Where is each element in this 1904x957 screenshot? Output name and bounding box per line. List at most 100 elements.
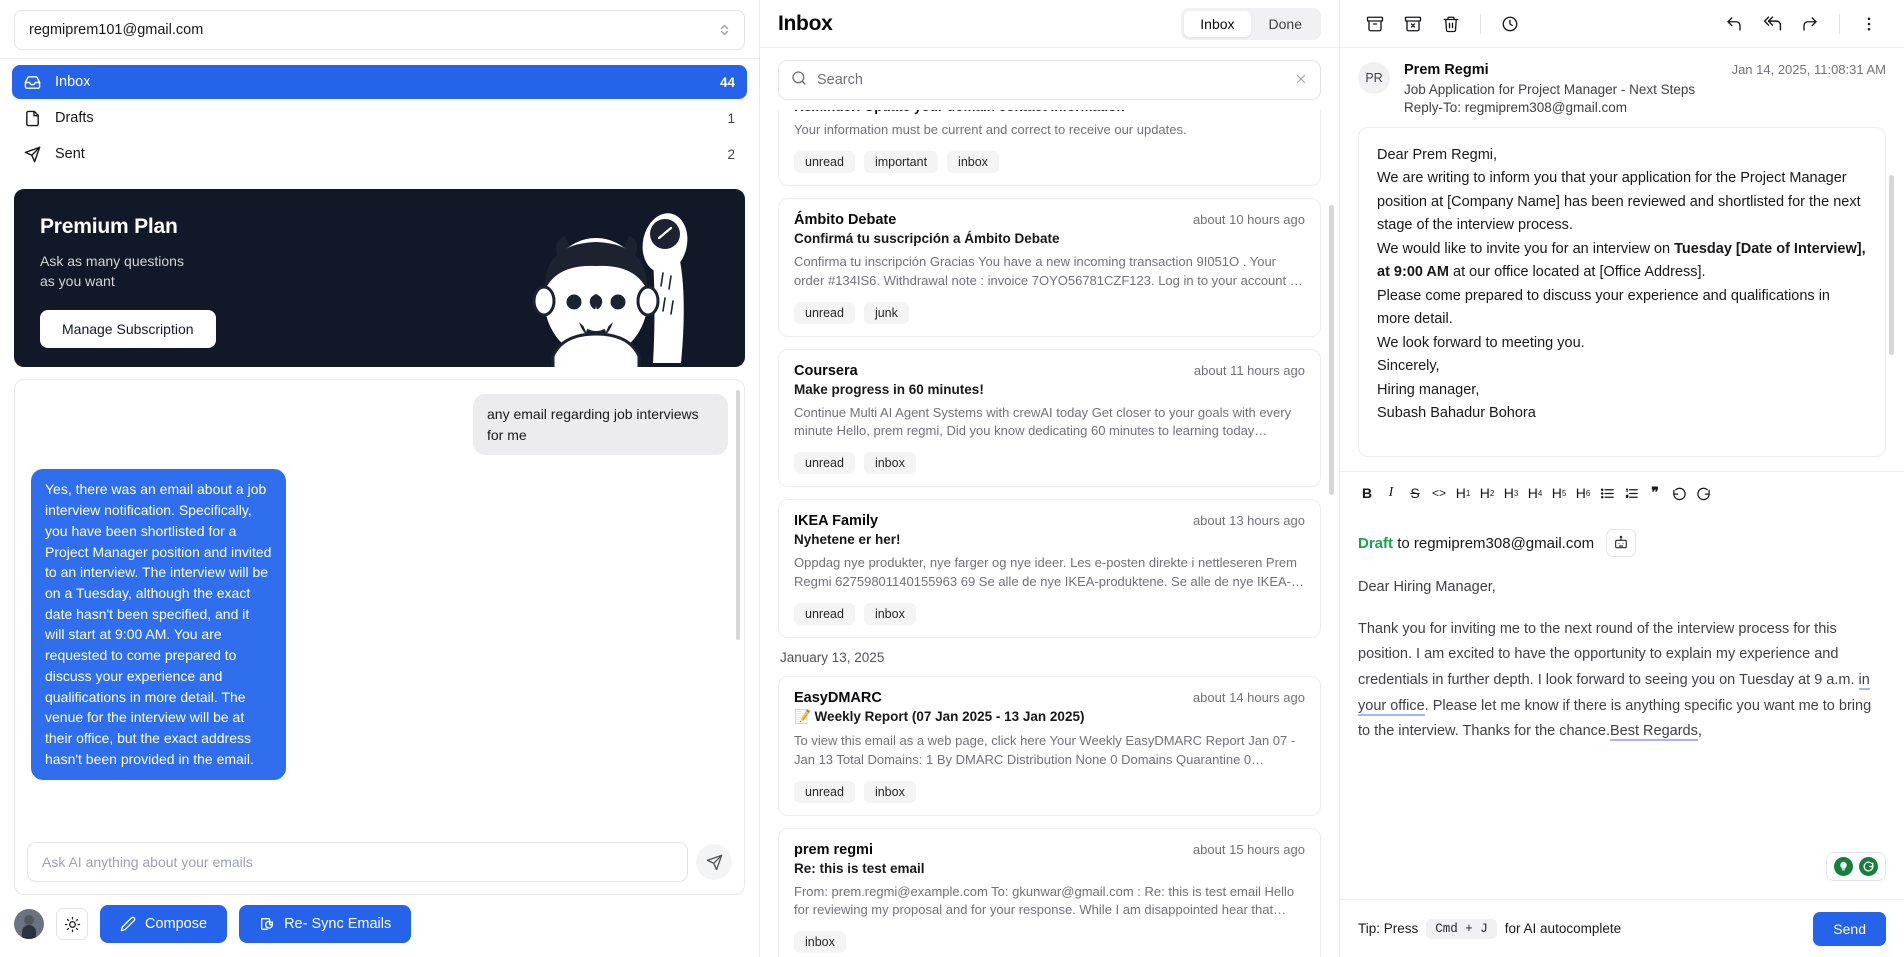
mail-head: prem regmi about 15 hours ago [794, 842, 1305, 858]
heading-1-button[interactable]: H1 [1452, 482, 1474, 504]
premium-card-wrap: Premium Plan Ask as many questions as yo… [0, 177, 759, 367]
grammarly-icon[interactable] [1859, 857, 1878, 876]
ai-composer [15, 832, 744, 894]
avatar[interactable] [14, 909, 44, 939]
status-badge: inbox [863, 602, 916, 625]
undo-icon [1672, 487, 1686, 500]
reader-toolbar-left [1358, 8, 1527, 40]
italic-button[interactable]: I [1380, 482, 1402, 504]
ai-chat-input[interactable] [27, 842, 688, 882]
mail-sender: Ámbito Debate [794, 211, 897, 228]
ai-assistant-button[interactable] [1606, 529, 1637, 557]
tab-done[interactable]: Done [1253, 11, 1318, 37]
heading-3-button[interactable]: H3 [1500, 482, 1522, 504]
premium-desc-line2: as you want [40, 273, 115, 290]
reader-meta-row: Prem Regmi Jan 14, 2025, 11:08:31 AM [1404, 62, 1886, 78]
body-invite-post: at our office located at [Office Address… [1448, 264, 1706, 281]
search-bar [778, 60, 1321, 100]
archive-icon [1366, 16, 1384, 31]
delete-button[interactable] [1434, 8, 1468, 40]
bold-button[interactable]: B [1356, 482, 1378, 504]
draft-suggestion-regards[interactable]: Best Regards [1610, 723, 1698, 742]
draft-paragraph: Dear Hiring Manager, [1358, 579, 1496, 595]
snooze-button[interactable] [1493, 8, 1527, 40]
reply-button[interactable] [1717, 8, 1751, 40]
numbered-list-button[interactable] [1620, 482, 1642, 504]
list-item[interactable]: EasyDMARC about 14 hours ago 📝 Weekly Re… [778, 675, 1321, 816]
mail-subject: Make progress in 60 minutes! [794, 381, 984, 397]
left-sidebar-panel: regmiprem101@gmail.com Inbox 44 Drafts 1 [0, 0, 760, 957]
more-options-button[interactable] [1852, 8, 1886, 40]
undo-button[interactable] [1668, 482, 1690, 504]
mail-timestamp: about 13 hours ago [1192, 513, 1305, 529]
redo-button[interactable] [1692, 482, 1714, 504]
mail-sender: IKEA Family [794, 513, 879, 530]
reader-body-wrap: Dear Prem Regmi, We are writing to infor… [1340, 127, 1904, 457]
send-button[interactable]: Send [1813, 911, 1886, 946]
chat-scrollbar[interactable] [736, 390, 740, 640]
list-item[interactable]: Reminder: Update your domain contact inf… [778, 110, 1321, 186]
draft-footer: Tip: Press Cmd + J for AI autocomplete S… [1340, 899, 1904, 957]
resync-emails-button[interactable]: Re- Sync Emails [239, 905, 412, 943]
list-item[interactable]: prem regmi about 15 hours ago Re: this i… [778, 827, 1321, 957]
sidebar-item-sent[interactable]: Sent 2 [12, 137, 747, 171]
clear-search-icon[interactable] [1294, 72, 1308, 89]
theme-toggle-button[interactable] [56, 908, 88, 940]
reply-all-button[interactable] [1755, 8, 1789, 40]
mail-subject: 📝 Weekly Report (07 Jan 2025 - 13 Jan 20… [794, 708, 1085, 724]
trash-icon [1443, 16, 1459, 32]
file-icon [24, 110, 41, 127]
mail-snippet: Your information must be current and cor… [794, 122, 1187, 137]
search-wrap [760, 48, 1339, 110]
redo-icon [1696, 487, 1710, 500]
compose-button[interactable]: Compose [100, 905, 228, 943]
manage-subscription-button[interactable]: Manage Subscription [40, 309, 216, 348]
mail-tags: inbox [794, 931, 1305, 954]
list-item[interactable]: Ámbito Debate about 10 hours ago Confirm… [778, 197, 1321, 337]
tip-post-text: for AI autocomplete [1504, 921, 1622, 936]
list-item[interactable]: Coursera about 11 hours ago Make progres… [778, 348, 1321, 488]
ai-chat-bubble: Yes, there was an email about a job inte… [31, 469, 286, 780]
reader-scrollbar[interactable] [1889, 175, 1894, 355]
suggestion-bulb-icon[interactable] [1834, 857, 1853, 876]
forward-button[interactable] [1793, 8, 1827, 40]
mail-list-scrollbar[interactable] [1329, 205, 1334, 495]
mail-list-header: Inbox Inbox Done [760, 0, 1339, 48]
junk-button[interactable] [1396, 8, 1430, 40]
reader-sender-name: Prem Regmi [1404, 62, 1489, 78]
search-icon [791, 70, 807, 91]
ai-send-button[interactable] [696, 844, 732, 880]
heading-4-button[interactable]: H4 [1524, 482, 1546, 504]
tab-inbox[interactable]: Inbox [1184, 10, 1251, 37]
heading-2-button[interactable]: H2 [1476, 482, 1498, 504]
bullet-list-button[interactable] [1596, 482, 1618, 504]
body-line: Subash Bahadur Bohora [1377, 405, 1536, 422]
draft-text-a: Thank you for inviting me to the next ro… [1358, 620, 1859, 688]
sidebar-item-drafts[interactable]: Drafts 1 [12, 101, 747, 135]
folder-nav: Inbox 44 Drafts 1 Sent 2 [0, 58, 759, 177]
mail-tags: unread inbox [794, 602, 1305, 625]
account-selector[interactable]: regmiprem101@gmail.com [14, 10, 745, 50]
search-input[interactable] [817, 72, 1284, 88]
draft-to-text: to regmiprem308@gmail.com [1397, 534, 1595, 552]
user-chat-bubble: any email regarding job interviews for m… [473, 394, 728, 456]
draft-editor[interactable]: Draft to regmiprem308@gmail.com Dear Hir… [1340, 513, 1904, 899]
list-item[interactable]: IKEA Family about 13 hours ago Nyhetene … [778, 499, 1321, 638]
grammar-tools [1826, 852, 1886, 881]
status-badge: inbox [947, 150, 999, 173]
mail-subject: Reminder: Update your domain contact inf… [794, 110, 1305, 114]
sidebar-item-inbox[interactable]: Inbox 44 [12, 65, 747, 99]
mail-list[interactable]: ⋮⋮ Reminder: Update your domain contact … [760, 110, 1339, 957]
numbered-list-icon [1625, 488, 1638, 498]
strikethrough-button[interactable]: S [1404, 482, 1426, 504]
blockquote-button[interactable]: ❞ [1644, 482, 1666, 504]
heading-5-button[interactable]: H5 [1548, 482, 1570, 504]
mascot-illustration [532, 213, 688, 367]
draft-text-e: , [1697, 723, 1702, 740]
archive-button[interactable] [1358, 8, 1392, 40]
code-button[interactable]: <> [1428, 482, 1450, 504]
inbox-count-badge: 44 [719, 74, 735, 90]
avatar: PR [1358, 62, 1390, 94]
heading-6-button[interactable]: H6 [1572, 482, 1594, 504]
mail-timestamp: about 15 hours ago [1192, 841, 1305, 857]
